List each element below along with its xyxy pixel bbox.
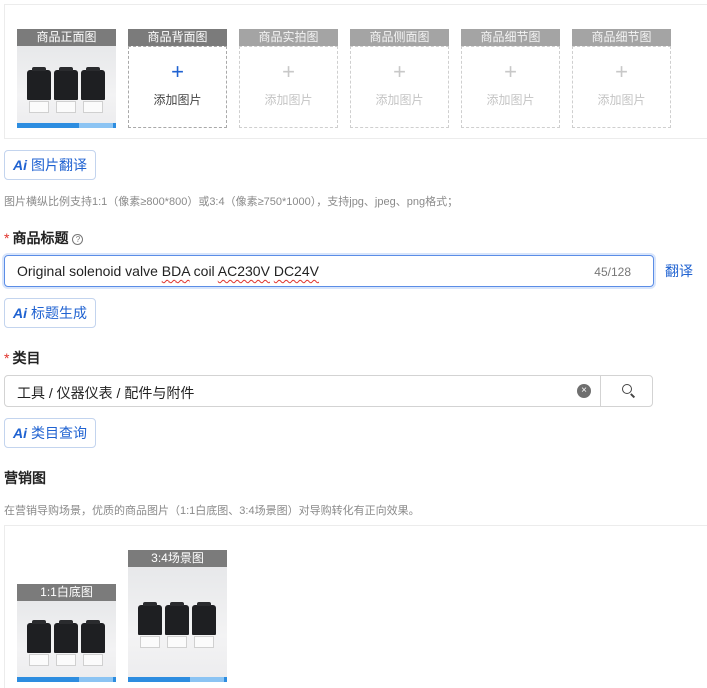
image-slot-label: 商品背面图 [128,29,227,46]
add-image-button[interactable]: + 添加图片 [572,46,671,128]
ai-icon: Ai [13,305,27,321]
plus-icon: + [282,59,295,84]
category-input[interactable]: 工具 / 仪器仪表 / 配件与附件 × [4,375,653,407]
add-image-text: 添加图片 [264,93,313,107]
search-icon [622,384,632,394]
plus-icon: + [615,59,628,84]
ai-category-query-button[interactable]: Ai 类目查询 [4,418,96,448]
product-title-value[interactable]: Original solenoid valve BDA coil AC230V … [17,263,319,279]
category-field-label: * 类目 [4,348,40,368]
add-image-text: 添加图片 [375,93,424,107]
category-label-text: 类目 [12,350,41,366]
help-circle-icon[interactable]: ? [72,234,84,245]
add-image-text: 添加图片 [486,93,535,107]
plus-icon: + [171,59,184,84]
marketing-image-label: 3:4场景图 [128,550,227,567]
marketing-image-portrait[interactable]: 3:4场景图 [128,550,227,682]
image-slot-front[interactable]: 商品正面图 [17,29,116,128]
ai-image-translate-button[interactable]: Ai 图片翻译 [4,150,96,180]
required-mark: * [4,350,10,366]
add-image-text: 添加图片 [153,93,202,107]
plus-icon: + [393,59,406,84]
add-image-button[interactable]: + 添加图片 [239,46,338,128]
add-image-button[interactable]: + 添加图片 [461,46,560,128]
image-format-hint: 图片横纵比例支持1:1（像素≥800*800）或3:4（像素≥750*1000）… [4,196,459,208]
plus-icon: + [504,59,517,84]
add-image-button[interactable]: + 添加图片 [350,46,449,128]
title-label-text: 商品标题 [12,230,69,246]
image-slot-label: 商品侧面图 [350,29,449,46]
ai-title-generate-button[interactable]: Ai 标题生成 [4,298,96,328]
required-mark: * [4,230,10,246]
marketing-images-panel: 1:1白底图 3:4场景图 [4,525,707,688]
category-search-button[interactable] [600,375,654,407]
marketing-image-label: 1:1白底图 [17,584,116,601]
marketing-photo-portrait[interactable] [128,567,227,682]
marketing-images-hint: 在营销导购场景，优质的商品图片（1:1白底图、3:4场景图）对导购转化有正向效果… [4,505,420,517]
title-translate-link[interactable]: 翻译 [665,261,693,281]
ai-icon: Ai [13,157,27,173]
image-slot-label: 商品细节图 [461,29,560,46]
image-slot-detail-1[interactable]: 商品细节图 + 添加图片 [461,29,560,128]
clear-icon[interactable]: × [577,384,591,398]
category-value[interactable]: 工具 / 仪器仪表 / 配件与附件 [17,383,194,403]
add-image-text: 添加图片 [597,93,646,107]
title-field-label: * 商品标题? [4,228,84,248]
add-image-button[interactable]: + 添加图片 [128,46,227,128]
image-slot-label: 商品实拍图 [239,29,338,46]
ai-button-label: 类目查询 [31,425,87,441]
image-slot-label: 商品细节图 [572,29,671,46]
image-slot-label: 商品正面图 [17,29,116,46]
product-title-input[interactable]: Original solenoid valve BDA coil AC230V … [4,255,654,287]
ai-button-label: 图片翻译 [31,157,87,173]
title-char-count: 45/128 [594,265,631,279]
marketing-photo-square[interactable] [17,601,116,682]
product-photo-front[interactable] [17,46,116,128]
ai-icon: Ai [13,425,27,441]
product-images-panel: 商品正面图 商品背面图 + 添加图片 商品实拍图 + 添加图片 商品侧面图 + [4,4,707,139]
marketing-images-label: 营销图 [4,470,46,486]
image-slot-detail-2[interactable]: 商品细节图 + 添加图片 [572,29,671,128]
image-slot-back[interactable]: 商品背面图 + 添加图片 [128,29,227,128]
image-slot-side[interactable]: 商品侧面图 + 添加图片 [350,29,449,128]
ai-button-label: 标题生成 [31,305,87,321]
marketing-image-square[interactable]: 1:1白底图 [17,584,116,682]
image-slot-real[interactable]: 商品实拍图 + 添加图片 [239,29,338,128]
